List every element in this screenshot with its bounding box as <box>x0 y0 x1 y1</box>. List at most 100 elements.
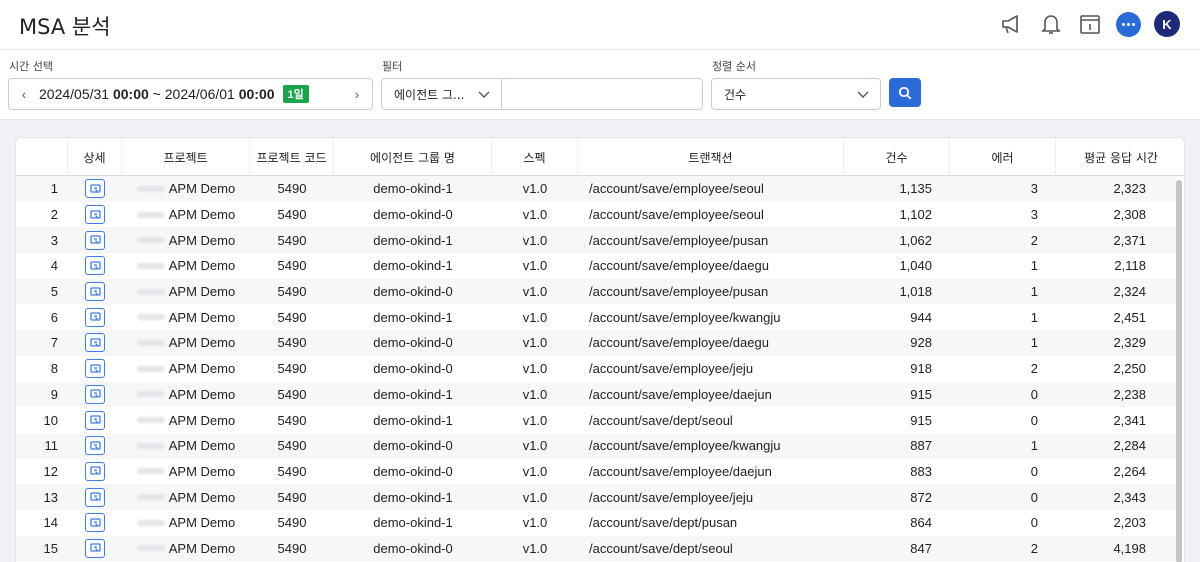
table-row[interactable]: 8 APM Demo 5490 demo-okind-0 v1.0/account/sa… <box>16 356 1176 382</box>
table-row[interactable]: 3 APM Demo 5490 demo-okind-1 v1.0/account/sa… <box>16 227 1176 254</box>
avatar[interactable]: K <box>1154 11 1180 37</box>
project-code-cell: 5490 <box>277 258 307 274</box>
row-index: 10 <box>43 412 58 428</box>
table-scrollbar[interactable] <box>1176 180 1182 562</box>
detail-icon[interactable] <box>85 205 105 225</box>
row-index: 8 <box>50 361 58 377</box>
chat-icon[interactable] <box>1116 11 1141 37</box>
count-cell: 1,018 <box>899 284 932 300</box>
sort-order-select[interactable]: 건수 <box>711 78 881 110</box>
agent-group-cell: demo-okind-0 <box>373 463 453 479</box>
next-range-button[interactable]: › <box>342 86 372 102</box>
table-row[interactable]: 7 APM Demo 5490 demo-okind-0 v1.0/account/sa… <box>16 330 1176 356</box>
avg-response-cell: 2,203 <box>1113 515 1146 531</box>
detail-icon[interactable] <box>85 359 105 379</box>
avg-response-cell: 2,343 <box>1113 489 1146 505</box>
detail-icon[interactable] <box>85 384 105 404</box>
project-code-cell: 5490 <box>277 335 307 351</box>
project-name: APM Demo <box>168 207 236 223</box>
error-cell: 2 <box>1030 540 1038 556</box>
avg-response-cell: 2,308 <box>1113 207 1146 223</box>
filter-type-select[interactable]: 에이전트 그... <box>381 78 502 110</box>
error-cell: 1 <box>1030 309 1038 325</box>
project-cell: APM Demo <box>122 382 250 408</box>
detail-icon[interactable] <box>85 436 105 456</box>
filter-value-input[interactable] <box>501 78 703 110</box>
agent-group-cell: demo-okind-1 <box>373 181 453 197</box>
avg-response-cell: 2,451 <box>1113 309 1146 325</box>
col-header-agent-group[interactable]: 에이전트 그룹 명 <box>334 138 492 176</box>
detail-icon[interactable] <box>85 487 105 507</box>
redacted-text <box>136 494 165 501</box>
project-cell: APM Demo <box>122 304 250 330</box>
col-header-spec[interactable]: 스펙 <box>492 138 578 176</box>
detail-icon[interactable] <box>85 256 105 276</box>
count-cell: 887 <box>910 438 932 454</box>
error-cell: 1 <box>1030 284 1038 300</box>
project-cell: APM Demo <box>122 510 250 536</box>
agent-group-cell: demo-okind-0 <box>373 284 453 300</box>
count-cell: 847 <box>910 540 932 556</box>
table-row[interactable]: 5 APM Demo 5490 demo-okind-0 v1.0/account/sa… <box>16 278 1176 305</box>
col-header-transaction[interactable]: 트랜잭션 <box>578 138 844 176</box>
table-row[interactable]: 1 APM Demo 5490 demo-okind-1 v1.0/account/sa… <box>16 176 1176 202</box>
table-row[interactable]: 10 APM Demo 5490 demo-okind-1 v1.0/account/s… <box>16 407 1176 433</box>
detail-cell <box>68 407 122 433</box>
detail-icon[interactable] <box>85 282 105 302</box>
table-row[interactable]: 11 APM Demo 5490 demo-okind-0 v1.0/account/s… <box>16 432 1176 459</box>
detail-icon[interactable] <box>85 410 105 430</box>
col-header-count[interactable]: 건수 <box>844 138 950 176</box>
search-button[interactable] <box>889 78 921 107</box>
project-name: APM Demo <box>168 335 236 351</box>
time-range-text[interactable]: 2024/05/31 00:00 ~ 2024/06/01 00:00 <box>39 86 275 102</box>
table-row[interactable]: 15 APM Demo 5490 demo-okind-0 v1.0/account/s… <box>16 535 1176 562</box>
col-header-error[interactable]: 에러 <box>950 138 1056 176</box>
detail-cell <box>68 253 122 279</box>
avg-response-cell: 2,250 <box>1113 361 1146 377</box>
table-row[interactable]: 6 APM Demo 5490 demo-okind-1 v1.0/account/sa… <box>16 304 1176 330</box>
col-header-project-code[interactable]: 프로젝트 코드 <box>250 138 334 176</box>
redacted-text <box>136 365 165 372</box>
table-row[interactable]: 2 APM Demo 5490 demo-okind-0 v1.0/account/sa… <box>16 202 1176 228</box>
detail-icon[interactable] <box>85 230 105 250</box>
redacted-text <box>136 211 165 218</box>
project-cell: APM Demo <box>122 356 250 382</box>
table-row[interactable]: 4 APM Demo 5490 demo-okind-1 v1.0/account/sa… <box>16 253 1176 279</box>
table-row[interactable]: 12 APM Demo 5490 demo-okind-0 v1.0/account/s… <box>16 459 1176 485</box>
megaphone-icon[interactable] <box>999 11 1025 37</box>
table-row[interactable]: 13 APM Demo 5490 demo-okind-1 v1.0/account/s… <box>16 484 1176 510</box>
transaction-cell: /account/save/dept/seoul <box>589 412 733 428</box>
detail-cell <box>68 304 122 330</box>
project-name: APM Demo <box>168 412 236 428</box>
prev-range-button[interactable]: ‹ <box>9 86 39 102</box>
detail-icon[interactable] <box>85 513 105 533</box>
col-header-detail[interactable]: 상세 <box>68 138 122 176</box>
avg-response-cell: 2,264 <box>1113 463 1146 479</box>
project-cell: APM Demo <box>122 279 250 305</box>
error-cell: 1 <box>1030 438 1038 454</box>
detail-icon[interactable] <box>85 333 105 353</box>
detail-cell <box>68 510 122 536</box>
table-row[interactable]: 9 APM Demo 5490 demo-okind-1 v1.0/account/sa… <box>16 381 1176 408</box>
redacted-text <box>136 442 165 449</box>
calendar-icon[interactable] <box>1077 11 1103 37</box>
range-badge[interactable]: 1일 <box>282 85 309 103</box>
redacted-text <box>136 237 165 244</box>
col-header-project[interactable]: 프로젝트 <box>122 138 250 176</box>
spec-cell: v1.0 <box>522 515 548 531</box>
avg-response-cell: 2,341 <box>1113 412 1146 428</box>
col-header-avg-response[interactable]: 평균 응답 시간 <box>1056 138 1184 176</box>
detail-icon[interactable] <box>85 538 105 558</box>
time-select-label: 시간 선택 <box>9 60 53 73</box>
row-index: 13 <box>43 489 58 505</box>
table-row[interactable]: 14 APM Demo 5490 demo-okind-1 v1.0/account/s… <box>16 510 1176 536</box>
transaction-cell: /account/save/employee/seoul <box>589 207 764 223</box>
time-range-picker[interactable]: ‹ 2024/05/31 00:00 ~ 2024/06/01 00:00 1일… <box>8 78 373 110</box>
detail-icon[interactable] <box>85 307 105 327</box>
count-cell: 1,135 <box>899 181 932 197</box>
detail-icon[interactable] <box>85 461 105 481</box>
detail-icon[interactable] <box>85 179 105 199</box>
bell-icon[interactable] <box>1038 11 1064 37</box>
project-code-cell: 5490 <box>277 284 307 300</box>
project-cell: APM Demo <box>122 536 250 562</box>
